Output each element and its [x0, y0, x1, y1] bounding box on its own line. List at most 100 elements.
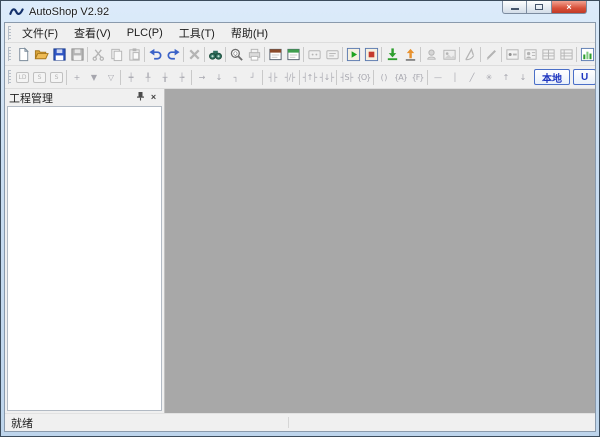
output-window-button[interactable] [284, 44, 302, 64]
stop-icon [364, 47, 378, 61]
minimize-button[interactable] [502, 1, 527, 14]
find-icon [208, 50, 222, 60]
redo-icon [167, 48, 180, 60]
element-table-3-button [539, 44, 557, 64]
toolbar-separator [342, 46, 343, 62]
zoom-button[interactable]: Q [227, 44, 245, 64]
element-table-1-button [503, 44, 521, 64]
redo-button[interactable] [164, 44, 182, 64]
toolbar-separator [459, 46, 460, 62]
stl-view-button: S [50, 71, 63, 83]
output-window-icon [286, 48, 300, 60]
stop-button[interactable] [362, 44, 380, 64]
new-file-button[interactable] [14, 44, 32, 64]
status-text: 就绪 [11, 417, 33, 430]
toolbar-separator [66, 69, 67, 85]
save-all-icon [70, 47, 84, 61]
move-up-button: ↑ [502, 72, 510, 82]
insert-branch-up-button: ┿ [128, 72, 134, 82]
toolbar-separator [120, 69, 121, 85]
toolbar-separator [144, 46, 145, 62]
copy-button [107, 44, 125, 64]
menubar-gripper[interactable] [8, 25, 11, 40]
toolbar-separator [427, 69, 428, 85]
project-window-button[interactable] [266, 44, 284, 64]
window-controls: × [502, 1, 587, 14]
line-down-button: ↓ [215, 72, 223, 82]
save-all-button [68, 44, 86, 64]
undo-icon [148, 48, 161, 60]
toolbar-separator [262, 69, 263, 85]
toolbar-separator [480, 46, 481, 62]
message-window-button [305, 44, 323, 64]
toolbar-separator [225, 46, 226, 62]
element-table-2-icon [523, 48, 537, 60]
element-table-1-icon [505, 48, 519, 60]
insert-row-button: ▼ [90, 72, 97, 82]
copy-icon [110, 48, 122, 61]
horizontal-line-button: — [434, 72, 442, 82]
app-icon [9, 4, 24, 19]
toolbar-separator [381, 46, 382, 62]
line-corner-up-button: ┘ [250, 72, 256, 82]
device-view-icon [442, 49, 456, 60]
run-button[interactable] [344, 44, 362, 64]
cut-icon [92, 48, 104, 61]
workspace: 工程管理 × [5, 89, 595, 413]
undo-button[interactable] [146, 44, 164, 64]
protractor-button [461, 44, 479, 64]
menu-item-2[interactable]: PLC(P) [119, 25, 171, 41]
menubar: 文件(F) 查看(V) PLC(P) 工具(T) 帮助(H) [5, 23, 595, 43]
coil-set-button: ┤S├ [340, 72, 354, 82]
panel-close-icon[interactable]: × [147, 91, 160, 104]
menu-item-3[interactable]: 工具(T) [171, 23, 223, 43]
project-manager-title: 工程管理 [9, 92, 53, 105]
statusbar: 就绪 [5, 413, 595, 431]
menu-item-1[interactable]: 查看(V) [66, 23, 119, 43]
application-instruction-button: {A} [394, 72, 408, 82]
contact-normally-open-button: ┤├ [268, 72, 278, 82]
close-button[interactable]: × [552, 1, 587, 14]
close-icon: × [566, 1, 572, 12]
download-button[interactable] [383, 44, 401, 64]
main-toolbar-gripper[interactable] [8, 47, 11, 61]
ladder-view-button: LD [16, 71, 29, 83]
svg-text:Q: Q [233, 51, 238, 57]
delete-button [185, 44, 203, 64]
menu-item-4[interactable]: 帮助(H) [223, 23, 276, 43]
open-project-button[interactable] [32, 44, 50, 64]
save-button[interactable] [50, 44, 68, 64]
maximize-button[interactable] [527, 1, 552, 14]
print-button [245, 44, 263, 64]
toolbar-separator [264, 46, 265, 62]
protractor-icon [464, 47, 474, 60]
line-corner-right-button: ┐ [233, 72, 239, 82]
chart-icon [580, 47, 594, 61]
element-table-2-button [521, 44, 539, 64]
menu-item-0[interactable]: 文件(F) [14, 23, 66, 43]
insert-branch-down-button: ╀ [145, 72, 151, 82]
project-manager-header: 工程管理 × [5, 89, 164, 106]
minimize-icon [510, 8, 519, 10]
ladder-toolbar-gripper[interactable] [8, 70, 11, 84]
contact-rising-edge-button: ┤↑├ [302, 72, 317, 82]
local-connection-button[interactable]: 本地 [534, 69, 570, 85]
upload-button[interactable] [401, 44, 419, 64]
maximize-icon [535, 4, 543, 10]
project-manager-panel: 工程管理 × [5, 89, 165, 413]
paste-icon [128, 47, 140, 61]
pin-icon[interactable] [134, 91, 147, 105]
run-icon [346, 47, 360, 61]
delete-icon [188, 48, 200, 60]
chart-button[interactable] [578, 44, 595, 64]
element-table-4-icon [559, 48, 573, 60]
line-right-button: → [198, 72, 206, 82]
open-project-icon [34, 49, 49, 59]
find-button[interactable] [206, 44, 224, 64]
vertical-line-button: │ [452, 72, 458, 82]
message-window-icon [307, 49, 321, 59]
toolbar-separator [191, 69, 192, 85]
usb-connection-button[interactable]: U [573, 69, 595, 85]
contact-falling-edge-button: ┤↓├ [319, 72, 334, 82]
project-tree[interactable] [7, 106, 162, 411]
